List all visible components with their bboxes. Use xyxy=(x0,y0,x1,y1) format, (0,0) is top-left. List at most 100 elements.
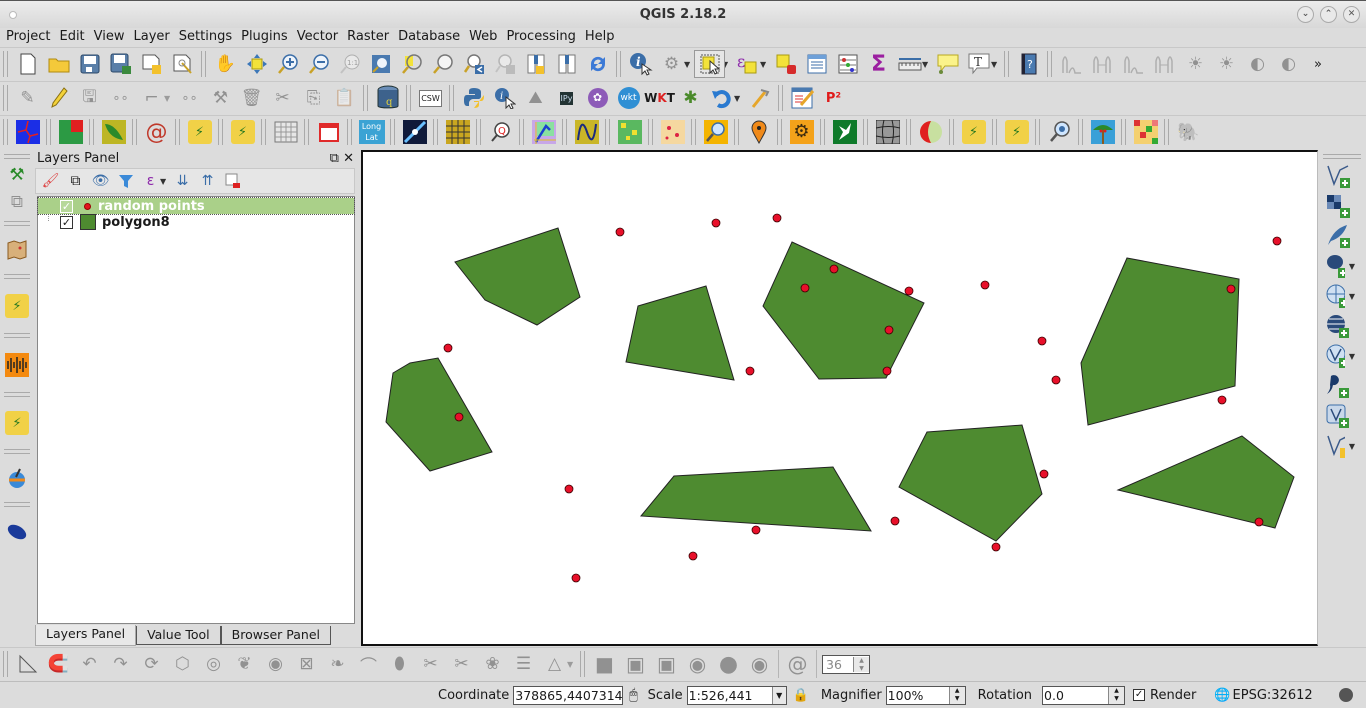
delete-part-button[interactable]: ❧ xyxy=(322,650,353,678)
toolbar-grip[interactable] xyxy=(605,119,610,145)
toolbar-grip[interactable] xyxy=(433,119,438,145)
toolbar-grip[interactable] xyxy=(4,449,30,454)
offset-curve-button[interactable]: ⬮ xyxy=(384,650,415,678)
profile-chart-button[interactable] xyxy=(528,118,559,146)
toolbar-grip[interactable] xyxy=(1047,51,1052,77)
search-button[interactable] xyxy=(700,118,731,146)
deselect-all-button[interactable] xyxy=(770,50,801,78)
point-feature[interactable] xyxy=(829,264,839,274)
toolbar-grip[interactable] xyxy=(949,119,954,145)
toolbar-grip[interactable] xyxy=(4,502,30,507)
metasearch-button[interactable]: CSW xyxy=(415,84,446,112)
copy-features-button[interactable]: ⎘ xyxy=(298,84,329,112)
add-wms-layer-button[interactable]: ▼ xyxy=(1319,281,1357,311)
point-feature[interactable] xyxy=(991,542,1001,552)
zoom-full-button[interactable] xyxy=(365,50,396,78)
toolbar-grip[interactable] xyxy=(132,119,137,145)
local-cumulative-stretch-button[interactable] xyxy=(1118,50,1149,78)
zoom-to-selection-button[interactable] xyxy=(396,50,427,78)
node-tool-button[interactable]: ∘∘ xyxy=(174,84,205,112)
point-feature[interactable] xyxy=(904,286,914,296)
vector-tool-button[interactable] xyxy=(98,118,129,146)
add-wcs-layer-button[interactable] xyxy=(1319,311,1357,341)
merge-features-button[interactable]: ❀ xyxy=(477,650,508,678)
add-feature-button[interactable]: ∘∘ xyxy=(105,84,136,112)
simplify-feature-button[interactable]: ⬡ xyxy=(167,650,198,678)
processing-toolbox-button[interactable] xyxy=(744,84,775,112)
plugin-f-button[interactable]: ⚡ xyxy=(0,401,34,445)
sql-search-button[interactable]: Q xyxy=(485,118,516,146)
toolbar-grip[interactable] xyxy=(3,651,8,677)
layer-visibility-checkbox[interactable]: ✓ xyxy=(60,199,73,213)
filter-legend-button[interactable] xyxy=(113,169,138,193)
white-bird-button[interactable] xyxy=(829,118,860,146)
move-feature-dropdown[interactable]: ▼ xyxy=(164,94,172,103)
zoom-last-button[interactable] xyxy=(458,50,489,78)
toolbar-grip[interactable] xyxy=(992,119,997,145)
collapse-all-button[interactable]: ⇈ xyxy=(195,169,220,193)
gears-button[interactable]: ⚙ xyxy=(786,118,817,146)
rotate-point-symbols-button[interactable]: △ xyxy=(539,650,570,678)
toolbar-grip[interactable] xyxy=(1078,119,1083,145)
crs-globe-icon[interactable]: 🌐 xyxy=(1214,688,1230,703)
toolbar-grip[interactable] xyxy=(406,85,411,111)
polygon-feature[interactable] xyxy=(385,357,493,472)
old-map-button[interactable] xyxy=(0,230,34,270)
point-feature[interactable] xyxy=(800,283,810,293)
mouse-tool-button[interactable] xyxy=(0,511,34,551)
zoom-in-button[interactable] xyxy=(272,50,303,78)
spiral-button[interactable]: @ xyxy=(141,118,172,146)
toolbar-grip[interactable] xyxy=(648,119,653,145)
info-tool-button[interactable]: i xyxy=(489,84,520,112)
toolbar-grip[interactable] xyxy=(201,51,206,77)
scale-combobox[interactable]: 1:526,441 ▼ xyxy=(686,685,787,705)
point-feature[interactable] xyxy=(1217,395,1227,405)
polygon-fill-button[interactable] xyxy=(55,118,86,146)
undo-button[interactable]: ↶ xyxy=(74,650,105,678)
toolbar-grip[interactable] xyxy=(863,119,868,145)
toolbar-grip[interactable] xyxy=(820,119,825,145)
plugin-c-button[interactable]: ⚡ xyxy=(958,118,989,146)
float-panel-icon[interactable]: ⧉ xyxy=(330,151,339,166)
new-bookmark-button[interactable] xyxy=(520,50,551,78)
point-feature[interactable] xyxy=(1272,236,1282,246)
select-features-button[interactable] xyxy=(694,50,725,78)
toolbar-grip[interactable] xyxy=(4,392,30,397)
maximize-button[interactable]: ⌃ xyxy=(1320,6,1337,23)
map-canvas[interactable] xyxy=(361,150,1318,646)
rectangle-extent-button[interactable]: ■ xyxy=(589,650,620,678)
db-manager-button[interactable]: q xyxy=(372,84,403,112)
toolbar-grip[interactable] xyxy=(3,51,8,77)
close-button[interactable]: ✕ xyxy=(1343,6,1360,23)
pixel-grid-button[interactable] xyxy=(1130,118,1161,146)
point-feature[interactable] xyxy=(890,516,900,526)
cut-features-button[interactable]: ✂ xyxy=(267,84,298,112)
refresh-button[interactable] xyxy=(582,50,613,78)
layer-visibility-checkbox[interactable]: ✓ xyxy=(60,215,73,229)
manage-visibility-button[interactable]: 👁 xyxy=(88,169,113,193)
merge-attributes-button[interactable]: ☰ xyxy=(508,650,539,678)
polygon-feature[interactable] xyxy=(762,241,925,380)
move-feature-button[interactable]: ⌐ xyxy=(136,84,167,112)
plugin-b-button[interactable]: ⚡ xyxy=(227,118,258,146)
toolbar-grip[interactable] xyxy=(4,333,30,338)
show-bookmarks-button[interactable] xyxy=(551,50,582,78)
menu-processing[interactable]: Processing xyxy=(502,28,579,47)
toolbar-overflow-button[interactable]: » xyxy=(1308,50,1328,78)
add-raster-layer-button[interactable] xyxy=(1319,191,1357,221)
toolbar-grip[interactable] xyxy=(691,119,696,145)
toolbar-grip[interactable] xyxy=(4,154,30,159)
python-console-button[interactable] xyxy=(458,84,489,112)
point-feature[interactable] xyxy=(564,484,574,494)
toolbar-grip[interactable] xyxy=(1035,119,1040,145)
add-delimited-text-button[interactable] xyxy=(1319,221,1357,251)
polygon-feature[interactable] xyxy=(639,466,872,532)
decrease-brightness-button[interactable]: ☀ xyxy=(1211,50,1242,78)
menu-database[interactable]: Database xyxy=(394,28,464,47)
beam-button[interactable] xyxy=(399,118,430,146)
delete-part-tool-button[interactable]: ⚒ xyxy=(205,84,236,112)
toolbar-grip[interactable] xyxy=(3,85,8,111)
menu-project[interactable]: Project xyxy=(2,28,54,47)
toolbar-grip[interactable] xyxy=(3,119,8,145)
zoom-native-button[interactable]: 1:1 xyxy=(334,50,365,78)
